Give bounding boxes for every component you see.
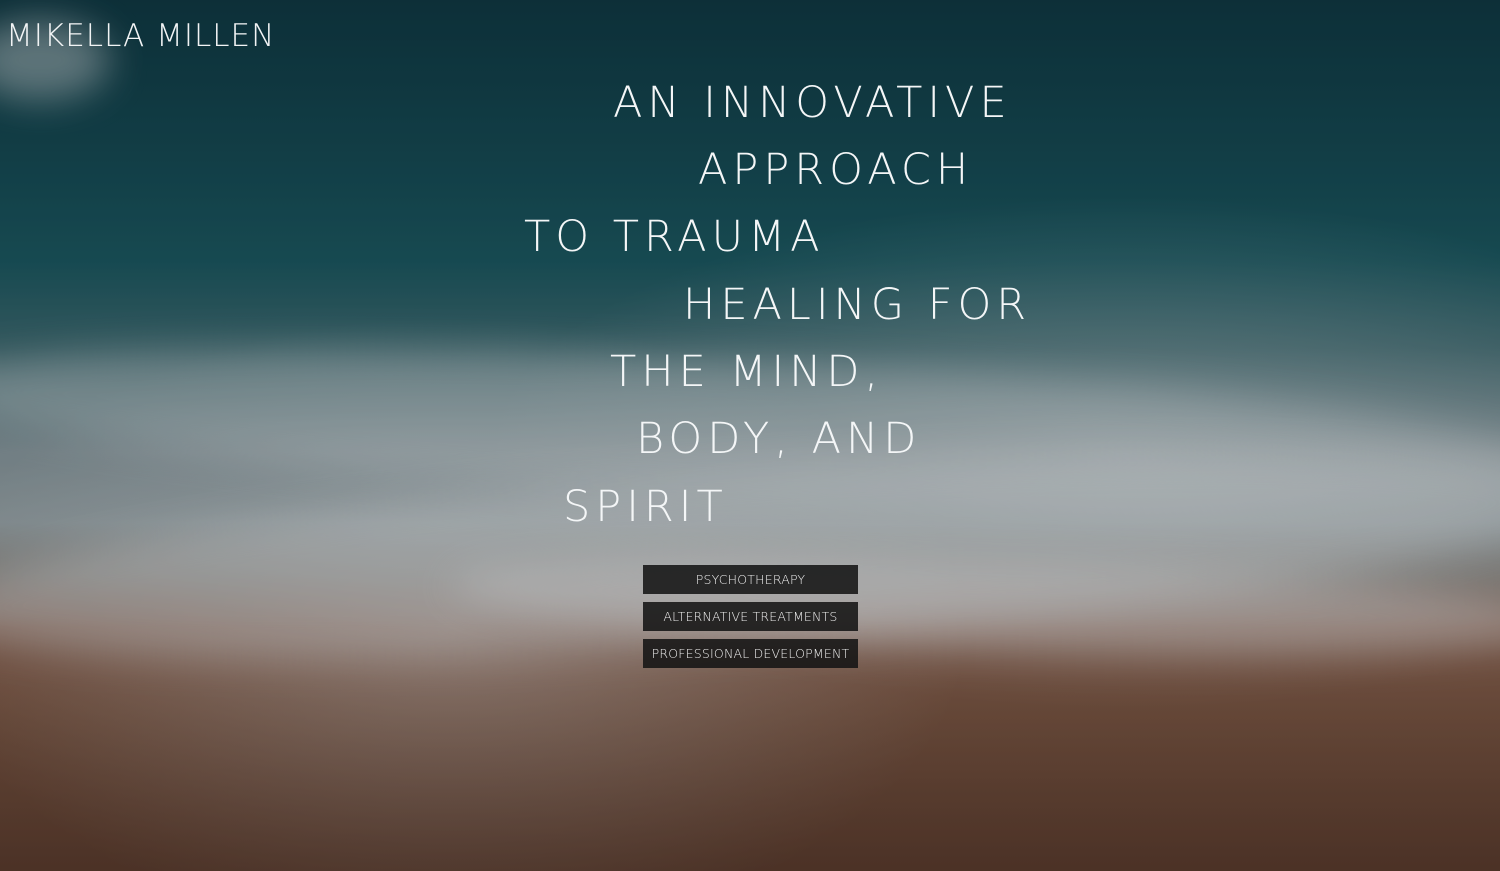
professional-development-button[interactable]: PROFESSIONAL DEVELOPMENT [643, 639, 858, 668]
headline-line: APPROACH [698, 145, 974, 195]
headline-line: THE MIND, [610, 347, 884, 397]
headline-line: AN INNOVATIVE [613, 78, 1012, 128]
hero-section: MIKELLA MILLEN AN INNOVATIVE APPROACH TO… [0, 0, 1500, 871]
headline-line: TO TRAUMA [524, 212, 825, 262]
headline-line: SPIRIT [563, 482, 728, 532]
headline-line: HEALING FOR [683, 280, 1032, 330]
alternative-treatments-button[interactable]: ALTERNATIVE TREATMENTS [643, 602, 858, 631]
service-nav: PSYCHOTHERAPY ALTERNATIVE TREATMENTS PRO… [643, 565, 858, 676]
psychotherapy-button[interactable]: PSYCHOTHERAPY [643, 565, 858, 594]
headline-line: BODY, AND [636, 414, 922, 464]
site-logo[interactable]: MIKELLA MILLEN [6, 18, 275, 54]
